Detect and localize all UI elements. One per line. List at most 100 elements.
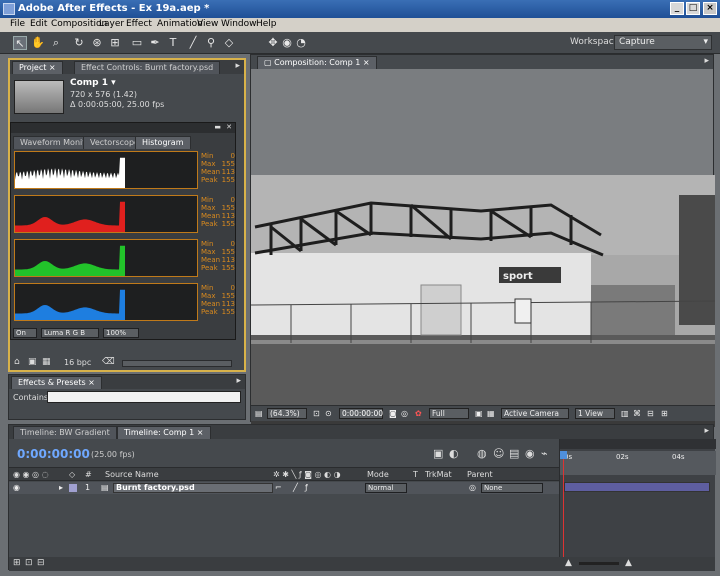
toggle-expand-icon[interactable]: ⊟ <box>37 558 45 568</box>
layer-name[interactable]: Burnt factory.psd <box>113 483 273 493</box>
project-scrollbar[interactable] <box>122 360 232 367</box>
orbit-camera-tool-icon[interactable]: ⊛ <box>90 36 104 50</box>
zoom-out-icon[interactable]: ▲ <box>565 558 572 568</box>
layer-row[interactable]: ◉ ▸ 1 ▤ Burnt factory.psd ⌐ ╱ ƒ Normal ◎… <box>9 482 559 494</box>
show-snapshot-icon[interactable]: ◎ <box>401 409 408 418</box>
brush-tool-icon[interactable]: ╱ <box>186 36 200 50</box>
pen-tool-icon[interactable]: ✒ <box>148 36 162 50</box>
source-name-header[interactable]: Source Name <box>105 470 159 479</box>
panel-menu-icon[interactable]: ▸ <box>704 56 709 66</box>
tab-project[interactable]: Project × <box>12 61 63 74</box>
comp-name[interactable]: Comp 1 ▾ <box>70 78 116 88</box>
magnification-dropdown[interactable]: (64.3%) <box>267 408 307 419</box>
always-preview-icon[interactable]: ▤ <box>255 409 263 418</box>
comp-mini-flowchart-icon[interactable]: ▣ <box>433 447 443 460</box>
menu-view[interactable]: View <box>197 19 218 29</box>
histogram-titlebar[interactable]: ▬ ✕ <box>11 123 235 133</box>
fast-previews-icon[interactable]: ⌘ <box>633 409 641 418</box>
menu-effect[interactable]: Effect <box>126 19 152 29</box>
pan-behind-tool-icon[interactable]: ⊞ <box>108 36 122 50</box>
toggle-switches-icon[interactable]: ⊞ <box>13 558 21 568</box>
interpret-footage-icon[interactable]: ⌂ <box>14 357 20 367</box>
quality-switch-icon[interactable]: ╱ <box>293 483 298 492</box>
minimize-button[interactable]: _ <box>670 2 684 15</box>
panel-menu-icon[interactable]: ▸ <box>704 426 709 436</box>
safe-zones-icon[interactable]: ⊡ <box>313 409 320 418</box>
live-update-icon[interactable]: ◐ <box>449 447 459 460</box>
layer-duration-bar[interactable] <box>564 482 710 492</box>
workspace-dropdown[interactable]: Capture ▾ <box>614 35 712 50</box>
menu-edit[interactable]: Edit <box>30 19 47 29</box>
current-time-display[interactable]: 0:00:00:00 <box>339 408 383 419</box>
new-comp-icon[interactable]: ▦ <box>42 357 51 367</box>
menu-window[interactable]: Window <box>221 19 257 29</box>
timeline-icon[interactable]: ⊟ <box>647 409 654 418</box>
close-icon[interactable]: ✕ <box>226 123 232 131</box>
menu-file[interactable]: File <box>10 19 25 29</box>
histogram-zoom-dropdown[interactable]: 100% <box>103 328 139 338</box>
rectangle-mask-tool-icon[interactable]: ▭ <box>130 36 144 50</box>
snapshot-icon[interactable]: ◙ <box>389 409 397 418</box>
tab-timeline-bw-gradient[interactable]: Timeline: BW Gradient <box>13 426 117 439</box>
zoom-tool-icon[interactable]: ⌕ <box>49 36 63 50</box>
panel-menu-icon[interactable]: ▸ <box>235 61 240 71</box>
selection-tool-icon[interactable]: ↖ <box>13 36 27 50</box>
tab-histogram[interactable]: Histogram <box>135 136 191 149</box>
view-axis-icon[interactable]: ◔ <box>294 36 308 50</box>
shy-switch-icon[interactable]: ⌐ <box>275 483 282 492</box>
draft-3d-icon[interactable]: ◍ <box>477 447 487 460</box>
effect-switch-icon[interactable]: ƒ <box>305 483 308 492</box>
graph-editor-icon[interactable]: ⌁ <box>541 447 548 460</box>
frame-blending-icon[interactable]: ▤ <box>509 447 519 460</box>
clone-stamp-tool-icon[interactable]: ⚲ <box>204 36 218 50</box>
video-visibility-icon[interactable]: ◉ <box>13 483 20 492</box>
3d-view-dropdown[interactable]: Active Camera <box>501 408 569 419</box>
view-layout-dropdown[interactable]: 1 View <box>575 408 615 419</box>
region-of-interest-icon[interactable]: ▣ <box>475 409 483 418</box>
tab-timeline-comp1[interactable]: Timeline: Comp 1 × <box>117 426 211 439</box>
toggle-modes-icon[interactable]: ⊡ <box>25 558 33 568</box>
minimize-icon[interactable]: ▬ <box>214 123 221 131</box>
resolution-dropdown[interactable]: Full <box>429 408 469 419</box>
new-folder-icon[interactable]: ▣ <box>28 357 37 367</box>
axis-mode-icon[interactable]: ✥ <box>266 36 280 50</box>
motion-blur-icon[interactable]: ◉ <box>525 447 535 460</box>
menu-layer[interactable]: Layer <box>99 19 124 29</box>
close-button[interactable]: × <box>703 2 717 15</box>
time-graph[interactable]: 0s 02s 04s <box>559 439 716 569</box>
zoom-in-icon[interactable]: ▲ <box>625 558 632 568</box>
world-axis-icon[interactable]: ◉ <box>280 36 294 50</box>
work-area-bar[interactable] <box>560 439 716 449</box>
toggle-pixel-aspect-icon[interactable]: ▥ <box>621 409 629 418</box>
tab-effect-controls[interactable]: Effect Controls: Burnt factory.psd <box>74 61 221 74</box>
hide-shy-layers-icon[interactable]: ☺ <box>493 447 504 460</box>
mask-view-icon[interactable]: ⊙ <box>325 409 332 418</box>
type-tool-icon[interactable]: T <box>166 36 180 50</box>
rotation-tool-icon[interactable]: ↻ <box>72 36 86 50</box>
parent-dropdown[interactable]: None <box>481 483 543 493</box>
current-time-indicator-head[interactable] <box>560 451 567 459</box>
transparency-grid-icon[interactable]: ▦ <box>487 409 495 418</box>
trash-icon[interactable]: ⌫ <box>102 357 115 367</box>
timeline-zoom-slider[interactable] <box>579 562 619 565</box>
pick-whip-icon[interactable]: ◎ <box>469 483 476 492</box>
histogram-channel-dropdown[interactable]: Luma R G B <box>41 328 99 338</box>
composition-viewer[interactable]: sport <box>251 175 715 427</box>
layer-label-color[interactable] <box>69 484 77 492</box>
lock-icon[interactable]: ▢ <box>264 58 272 67</box>
show-channel-icon[interactable]: ✿ <box>415 409 422 418</box>
flowchart-icon[interactable]: ⊞ <box>661 409 668 418</box>
bit-depth-button[interactable]: 16 bpc <box>64 358 91 367</box>
histogram-on-dropdown[interactable]: On <box>13 328 37 338</box>
timeline-current-time[interactable]: 0:00:00:00 <box>17 447 90 461</box>
effects-search-input[interactable] <box>47 391 241 403</box>
tab-effects-presets[interactable]: Effects & Presets × <box>11 376 102 389</box>
current-time-indicator[interactable] <box>563 451 564 569</box>
menu-help[interactable]: Help <box>256 19 277 29</box>
eraser-tool-icon[interactable]: ◇ <box>222 36 236 50</box>
hand-tool-icon[interactable]: ✋ <box>31 36 45 50</box>
maximize-button[interactable]: □ <box>686 2 700 15</box>
blend-mode-dropdown[interactable]: Normal <box>365 483 407 493</box>
tab-composition-comp1[interactable]: ▢ Composition: Comp 1 × <box>257 56 377 69</box>
menu-animation[interactable]: Animation <box>157 19 203 29</box>
